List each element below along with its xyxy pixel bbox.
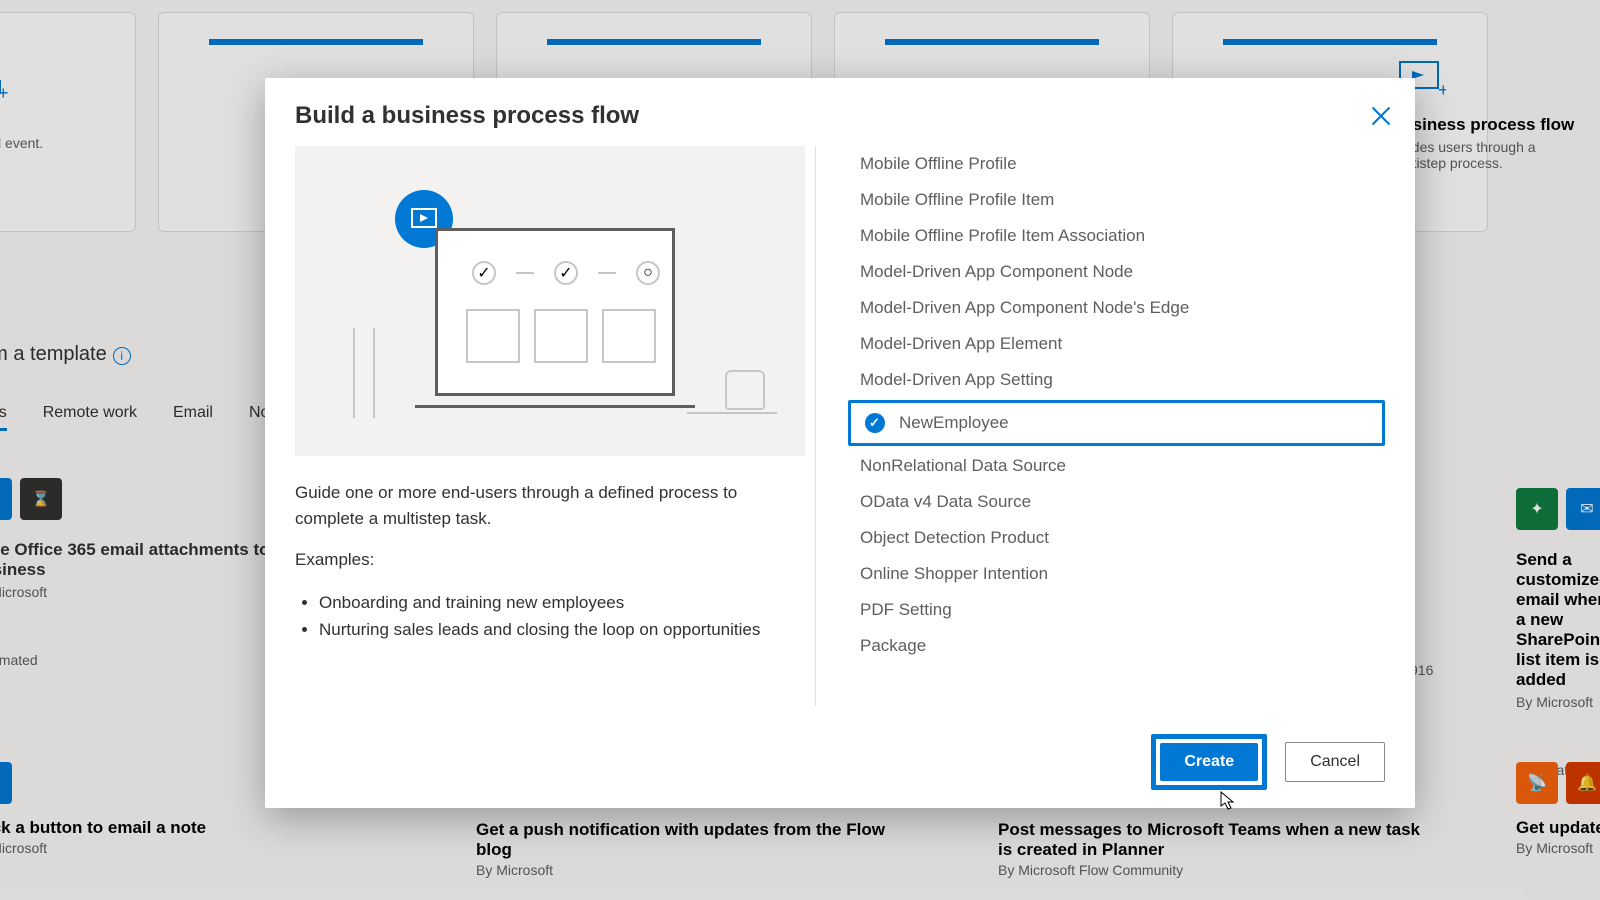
entity-option[interactable]: Mobile Offline Profile xyxy=(848,146,1385,182)
bpf-modal: Build a business process flow ✓ ✓ ○ xyxy=(265,78,1415,808)
entity-option[interactable]: Model-Driven App Component Node xyxy=(848,254,1385,290)
step-dot-icon: ○ xyxy=(636,261,660,285)
close-icon[interactable] xyxy=(1369,104,1393,128)
modal-description: Guide one or more end-users through a de… xyxy=(295,480,783,531)
entity-picker: Mobile Offline ProfileMobile Offline Pro… xyxy=(816,146,1385,706)
create-button[interactable]: Create xyxy=(1160,743,1258,781)
modal-left-pane: ✓ ✓ ○ Guide one o xyxy=(295,146,815,706)
step-dot-icon: ✓ xyxy=(554,261,578,285)
entity-option[interactable]: Mobile Offline Profile Item Association xyxy=(848,218,1385,254)
entity-option[interactable]: PDF Setting xyxy=(848,592,1385,628)
entity-option[interactable]: Model-Driven App Element xyxy=(848,326,1385,362)
examples-label: Examples: xyxy=(295,547,783,573)
example-item: Nurturing sales leads and closing the lo… xyxy=(319,616,783,643)
example-item: Onboarding and training new employees xyxy=(319,589,783,616)
entity-option[interactable]: Online Shopper Intention xyxy=(848,556,1385,592)
entity-option[interactable]: Mobile Offline Profile Item xyxy=(848,182,1385,218)
entity-option[interactable]: NewEmployee xyxy=(848,400,1385,446)
modal-footer: Create Cancel xyxy=(1151,734,1385,790)
entity-option[interactable]: OData v4 Data Source xyxy=(848,484,1385,520)
cancel-button[interactable]: Cancel xyxy=(1285,742,1385,782)
step-dot-icon: ✓ xyxy=(472,261,496,285)
entity-option[interactable]: Model-Driven App Setting xyxy=(848,362,1385,398)
modal-title: Build a business process flow xyxy=(265,78,1415,146)
examples-list: Onboarding and training new employees Nu… xyxy=(319,589,783,643)
entity-option[interactable]: NonRelational Data Source xyxy=(848,448,1385,484)
entity-option[interactable]: Object Detection Product xyxy=(848,520,1385,556)
bpf-illustration: ✓ ✓ ○ xyxy=(295,146,805,456)
entity-list: Mobile Offline ProfileMobile Offline Pro… xyxy=(848,146,1385,664)
entity-option[interactable]: Package xyxy=(848,628,1385,664)
entity-option[interactable]: Model-Driven App Component Node's Edge xyxy=(848,290,1385,326)
create-button-highlight: Create xyxy=(1151,734,1267,790)
